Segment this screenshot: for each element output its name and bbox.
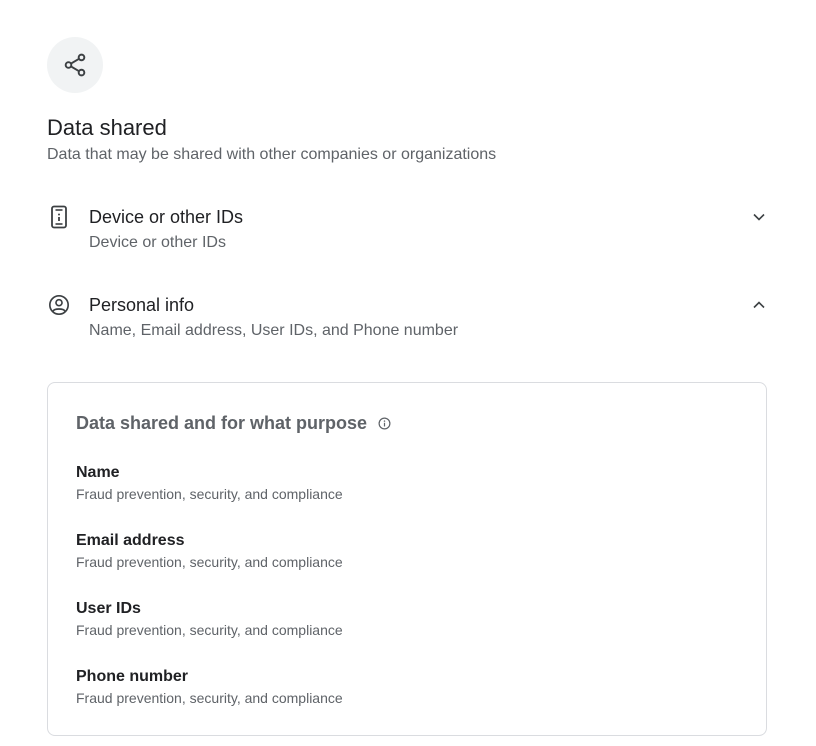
card-heading-text: Data shared and for what purpose xyxy=(76,413,368,433)
data-item-label: Phone number xyxy=(76,668,189,685)
category-title: Device or other IDs xyxy=(89,207,244,227)
data-shared-detail-card: Data shared and for what purpose Name Fr… xyxy=(47,382,767,736)
data-item-label: Email address xyxy=(76,532,185,549)
data-item-purpose: Fraud prevention, security, and complian… xyxy=(76,690,343,706)
category-description: Device or other IDs xyxy=(89,234,226,251)
data-safety-page: Data shared Data that may be shared with… xyxy=(0,0,816,746)
card-heading: Data shared and for what purpose xyxy=(76,412,391,434)
data-item-label: Name xyxy=(76,464,120,481)
account-circle-icon xyxy=(47,293,71,317)
chevron-down-icon[interactable] xyxy=(749,207,769,227)
category-title: Personal info xyxy=(89,295,195,315)
data-item-name: Name Fraud prevention, security, and com… xyxy=(76,463,736,531)
data-item-purpose: Fraud prevention, security, and complian… xyxy=(76,486,343,502)
data-item-email-address: Email address Fraud prevention, security… xyxy=(76,531,736,599)
data-item-purpose: Fraud prevention, security, and complian… xyxy=(76,622,343,638)
category-description: Name, Email address, User IDs, and Phone… xyxy=(89,322,459,339)
data-item-phone-number: Phone number Fraud prevention, security,… xyxy=(76,667,736,735)
data-item-label: User IDs xyxy=(76,600,141,617)
share-badge xyxy=(47,37,103,93)
section-title: Data shared xyxy=(47,115,167,140)
device-icon xyxy=(47,205,71,229)
data-item-purpose: Fraud prevention, security, and complian… xyxy=(76,554,343,570)
info-icon[interactable] xyxy=(377,416,391,430)
category-personal-info[interactable]: Personal info Name, Email address, User … xyxy=(47,293,769,353)
data-items-list: Name Fraud prevention, security, and com… xyxy=(76,463,736,735)
chevron-up-icon[interactable] xyxy=(749,295,769,315)
share-icon xyxy=(64,53,86,77)
category-device-ids[interactable]: Device or other IDs Device or other IDs xyxy=(47,205,769,265)
data-item-user-ids: User IDs Fraud prevention, security, and… xyxy=(76,599,736,667)
section-subtitle: Data that may be shared with other compa… xyxy=(47,146,497,163)
